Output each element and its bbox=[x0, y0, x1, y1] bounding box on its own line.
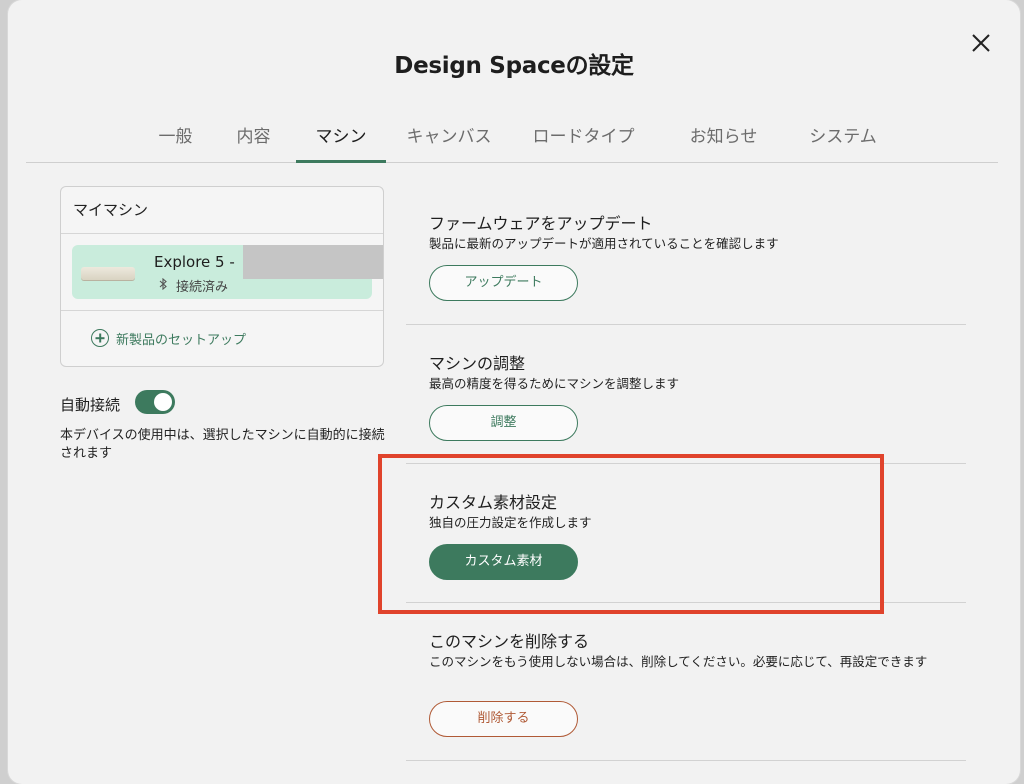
tab-system[interactable]: システム bbox=[798, 112, 888, 161]
calibration-description: 最高の精度を得るためにマシンを調整します bbox=[429, 376, 680, 391]
section-divider bbox=[406, 760, 966, 761]
delete-button[interactable]: 削除する bbox=[429, 701, 578, 737]
bluetooth-icon bbox=[159, 277, 168, 293]
settings-tabs: 一般 内容 マシン キャンバス ロードタイプ お知らせ システム bbox=[26, 112, 998, 163]
firmware-description: 製品に最新のアップデートが適用されていることを確認します bbox=[429, 236, 779, 251]
highlight-annotation-box bbox=[378, 454, 884, 614]
custom-material-button[interactable]: カスタム素材 bbox=[429, 544, 578, 580]
tab-notifications[interactable]: お知らせ bbox=[681, 112, 766, 161]
calibrate-button[interactable]: 調整 bbox=[429, 405, 578, 441]
tab-content[interactable]: 内容 bbox=[226, 112, 281, 161]
calibration-title: マシンの調整 bbox=[429, 354, 526, 373]
delete-machine-title: このマシンを削除する bbox=[429, 632, 590, 651]
tab-machine[interactable]: マシン bbox=[296, 112, 386, 163]
panel-divider bbox=[61, 310, 383, 311]
machine-card[interactable]: Explore 5 - 接続済み bbox=[72, 245, 383, 299]
add-circle-icon bbox=[91, 329, 109, 347]
section-divider bbox=[406, 463, 966, 464]
tab-canvas[interactable]: キャンバス bbox=[399, 112, 499, 161]
machine-image bbox=[81, 267, 135, 280]
toggle-knob bbox=[154, 393, 172, 411]
tab-general[interactable]: 一般 bbox=[148, 112, 203, 161]
firmware-title: ファームウェアをアップデート bbox=[429, 214, 653, 233]
close-icon[interactable] bbox=[966, 28, 996, 58]
tab-load-type[interactable]: ロードタイプ bbox=[526, 112, 641, 161]
new-product-setup-link[interactable]: 新製品のセットアップ bbox=[91, 326, 246, 350]
custom-material-title: カスタム素材設定 bbox=[429, 493, 558, 512]
dialog-title: Design Spaceの設定 bbox=[394, 53, 634, 79]
redacted-area bbox=[243, 245, 383, 279]
setup-link-label: 新製品のセットアップ bbox=[116, 332, 247, 348]
delete-machine-description: このマシンをもう使用しない場合は、削除してください。必要に応じて、再設定できます bbox=[429, 654, 928, 669]
auto-connect-description: 本デバイスの使用中は、選択したマシンに自動的に接続されます bbox=[60, 428, 385, 461]
section-divider bbox=[406, 324, 966, 325]
auto-connect-toggle[interactable] bbox=[135, 390, 175, 414]
section-divider bbox=[406, 602, 966, 603]
machine-status: 接続済み bbox=[176, 280, 229, 295]
auto-connect-label: 自動接続 bbox=[60, 396, 121, 414]
custom-material-description: 独自の圧力設定を作成します bbox=[429, 515, 592, 530]
my-machines-panel: マイマシン Explore 5 - 接続済み 新製品のセットアップ bbox=[60, 186, 384, 367]
my-machines-header: マイマシン bbox=[61, 187, 383, 234]
update-button[interactable]: アップデート bbox=[429, 265, 578, 301]
machine-name: Explore 5 - bbox=[154, 253, 235, 271]
settings-dialog: Design Spaceの設定 一般 内容 マシン キャンバス ロードタイプ お… bbox=[8, 0, 1020, 784]
